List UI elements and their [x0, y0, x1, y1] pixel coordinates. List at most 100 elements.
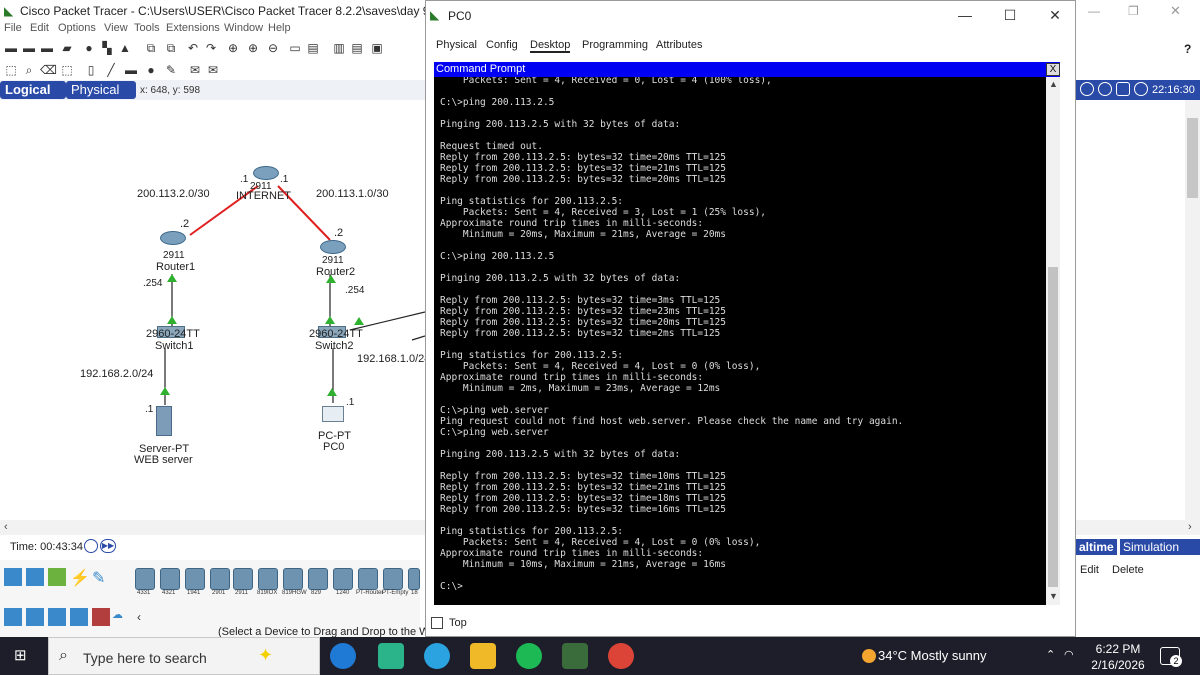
misc-icon[interactable]: ✎	[92, 568, 110, 587]
resize-icon[interactable]: ⬚	[60, 63, 74, 77]
note-icon[interactable]: ▯	[84, 63, 98, 77]
activity-wizard-icon[interactable]: ▚	[100, 41, 114, 55]
menu-help[interactable]: Help	[268, 22, 291, 34]
hubs-category-icon[interactable]	[48, 608, 66, 626]
realtime-button[interactable]: altime	[1076, 539, 1117, 555]
tab-attributes[interactable]: Attributes	[656, 39, 702, 51]
chrome-icon[interactable]	[608, 643, 634, 669]
viewport-icon[interactable]	[1080, 82, 1094, 96]
components-icon[interactable]	[48, 568, 66, 586]
device-pt-router-icon[interactable]	[358, 568, 378, 590]
end-devices-icon[interactable]	[26, 568, 44, 586]
physical-mode-button[interactable]: Physical	[66, 81, 136, 99]
wireless-category-icon[interactable]	[70, 608, 88, 626]
python-icon[interactable]: ▤	[350, 41, 364, 55]
tab-config[interactable]: Config	[486, 39, 518, 51]
scroll-right-icon[interactable]: ›	[1188, 521, 1192, 533]
device-819hgw-icon[interactable]	[283, 568, 303, 590]
environment-icon[interactable]	[1116, 82, 1130, 96]
workspace-vertical-scrollbar[interactable]	[1185, 100, 1200, 530]
file-explorer-icon[interactable]	[470, 643, 496, 669]
pt-close-icon[interactable]: ✕	[1170, 3, 1181, 19]
viewport-icon[interactable]: ▥	[332, 41, 346, 55]
pc0-maximize-icon[interactable]: ☐	[1001, 7, 1019, 24]
weather-text[interactable]: 34°C Mostly sunny	[878, 648, 987, 663]
device-829-icon[interactable]	[308, 568, 328, 590]
wan-emulation-category-icon[interactable]: ☁	[112, 608, 130, 626]
routers-category-icon[interactable]	[4, 608, 22, 626]
media-player-icon[interactable]	[378, 643, 404, 669]
delete-icon[interactable]: ⌫	[40, 63, 57, 77]
device-18-icon[interactable]	[408, 568, 420, 590]
custom-device-icon[interactable]: ▤	[306, 41, 320, 55]
copy-icon[interactable]: ⧉	[144, 41, 158, 55]
new-file-icon[interactable]: ▬	[4, 41, 18, 55]
paste-icon[interactable]: ⧉	[164, 41, 178, 55]
edge-icon[interactable]	[330, 643, 356, 669]
device-4321-icon[interactable]	[160, 568, 180, 590]
fast-forward-icon[interactable]: ▶▶	[100, 539, 116, 553]
info-icon[interactable]: ●	[82, 41, 96, 55]
spotify-icon[interactable]	[516, 643, 542, 669]
network-info-icon[interactable]: ▲	[118, 41, 132, 55]
tray-chevron-icon[interactable]: ⌃	[1046, 648, 1055, 661]
redo-icon[interactable]: ↷	[204, 41, 218, 55]
inspect-icon[interactable]: ⌕	[22, 63, 36, 77]
network-devices-icon[interactable]	[4, 568, 22, 586]
simple-pdu-icon[interactable]: ✉	[188, 63, 202, 77]
menu-tools[interactable]: Tools	[134, 22, 160, 34]
menu-extensions[interactable]: Extensions	[166, 22, 220, 34]
console-scroll-thumb[interactable]	[1048, 267, 1058, 587]
menu-file[interactable]: File	[4, 22, 22, 34]
telegram-icon[interactable]	[424, 643, 450, 669]
save-icon[interactable]: ▬	[40, 41, 54, 55]
pt-minimize-icon[interactable]: —	[1088, 4, 1100, 18]
menu-window[interactable]: Window	[224, 22, 263, 34]
device-1240-icon[interactable]	[333, 568, 353, 590]
device-4331-icon[interactable]	[135, 568, 155, 590]
line-icon[interactable]: ╱	[104, 63, 118, 77]
help-icon[interactable]: ?	[1184, 42, 1191, 56]
pc0-icon[interactable]	[322, 406, 344, 422]
print-icon[interactable]: ▰	[60, 41, 74, 55]
switches-category-icon[interactable]	[26, 608, 44, 626]
command-prompt-console[interactable]: Packets: Sent = 4, Received = 0, Lost = …	[434, 77, 1046, 605]
device-2901-icon[interactable]	[210, 568, 230, 590]
security-category-icon[interactable]	[92, 608, 110, 626]
tab-desktop[interactable]: Desktop	[530, 39, 571, 53]
menu-options[interactable]: Options	[58, 22, 96, 34]
drawing-palette-icon[interactable]: ▭	[288, 41, 302, 55]
tab-physical[interactable]: Physical	[436, 39, 477, 51]
device-pt-empty-icon[interactable]	[383, 568, 403, 590]
taskbar-clock[interactable]: 6:22 PM 2/16/2026	[1086, 641, 1150, 673]
rectangle-icon[interactable]: ▬	[124, 63, 138, 77]
select-icon[interactable]: ⬚	[4, 63, 18, 77]
command-prompt-close-button[interactable]: X	[1046, 63, 1060, 76]
device-scroll-left-icon[interactable]: ‹	[137, 610, 141, 624]
device-1941-icon[interactable]	[185, 568, 205, 590]
menu-view[interactable]: View	[104, 22, 128, 34]
pt-restore-icon[interactable]: ❐	[1128, 4, 1139, 18]
router2-icon[interactable]	[320, 240, 346, 254]
console-scrollbar[interactable]: ▲ ▼	[1046, 77, 1060, 605]
menu-edit[interactable]: Edit	[30, 22, 49, 34]
console-scroll-up-icon[interactable]: ▲	[1049, 79, 1058, 89]
vertical-scroll-thumb[interactable]	[1187, 118, 1198, 198]
router1-icon[interactable]	[160, 231, 186, 245]
screenshot-icon[interactable]: ▣	[370, 41, 384, 55]
tab-programming[interactable]: Programming	[582, 39, 648, 51]
scroll-left-icon[interactable]: ‹	[4, 521, 8, 533]
logical-mode-button[interactable]: Logical	[0, 81, 66, 99]
connections-icon[interactable]: ⚡	[70, 568, 90, 587]
open-file-icon[interactable]: ▬	[22, 41, 36, 55]
internet-router-icon[interactable]	[253, 166, 279, 180]
pc0-close-icon[interactable]: ✕	[1046, 7, 1064, 24]
server-icon[interactable]	[156, 406, 172, 436]
device-819iox-icon[interactable]	[258, 568, 278, 590]
packet-tracer-taskbar-icon[interactable]	[562, 643, 588, 669]
edit-button[interactable]: Edit	[1080, 564, 1099, 576]
console-scroll-down-icon[interactable]: ▼	[1049, 591, 1058, 601]
navigation-icon[interactable]	[1098, 82, 1112, 96]
undo-icon[interactable]: ↶	[186, 41, 200, 55]
zoom-out-icon[interactable]: ⊖	[266, 41, 280, 55]
